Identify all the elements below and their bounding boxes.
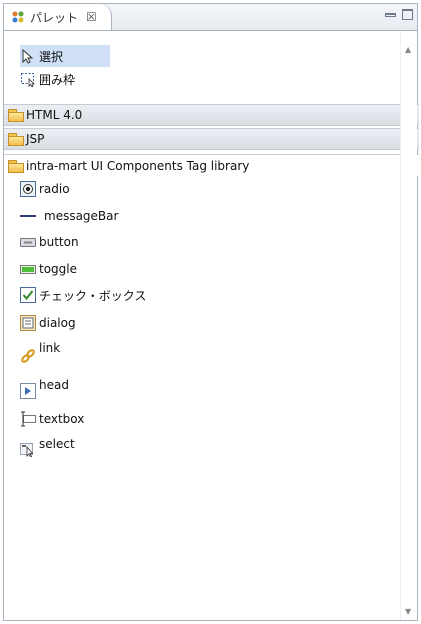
dialog-icon <box>20 315 36 331</box>
view-tab-strip: パレット ☒ <box>4 4 417 31</box>
component-select[interactable]: select <box>20 435 75 457</box>
checkbox-icon <box>20 287 36 303</box>
tool-select[interactable]: 選択 <box>20 45 110 67</box>
drawer-label: HTML 4.0 <box>26 108 83 122</box>
component-label: link <box>39 341 61 355</box>
component-dialog[interactable]: dialog <box>20 312 76 334</box>
component-label: radio <box>39 182 70 196</box>
component-label: チェック・ボックス <box>39 288 147 303</box>
palette-view: パレット ☒ 選択 囲み枠 HTML 4.0 JSP intra-mart UI… <box>3 3 419 621</box>
component-label: select <box>39 437 75 451</box>
button-icon <box>20 238 36 247</box>
drawer-jsp[interactable]: JSP <box>4 128 419 150</box>
drawer-label: intra-mart UI Components Tag library <box>26 158 250 173</box>
component-head[interactable]: head <box>20 376 69 399</box>
component-toggle[interactable]: toggle <box>20 258 77 280</box>
drawer-intra-mart[interactable]: intra-mart UI Components Tag library ⇔ <box>4 154 419 176</box>
drawer-label: JSP <box>26 132 45 146</box>
component-textbox[interactable]: textbox <box>20 408 84 430</box>
tool-label: 選択 <box>39 49 64 64</box>
window-controls <box>385 9 413 20</box>
maximize-icon[interactable] <box>402 9 413 20</box>
component-label: messageBar <box>44 209 119 223</box>
marquee-icon <box>21 73 35 87</box>
tab-palette[interactable]: パレット ☒ <box>4 4 112 30</box>
component-radio[interactable]: radio <box>20 178 70 200</box>
toggle-icon <box>20 265 36 274</box>
component-label: head <box>39 378 69 392</box>
folder-icon <box>8 109 24 122</box>
tool-label: 囲み枠 <box>39 72 76 87</box>
component-label: textbox <box>39 412 85 426</box>
cursor-arrow-icon <box>22 48 34 64</box>
component-label: dialog <box>39 316 76 330</box>
message-bar-icon <box>20 215 36 217</box>
minimize-icon[interactable] <box>385 13 396 17</box>
folder-open-icon <box>8 159 24 173</box>
folder-icon <box>8 133 24 146</box>
component-checkbox[interactable]: チェック・ボックス <box>20 284 146 306</box>
drawer-html40[interactable]: HTML 4.0 <box>4 104 419 126</box>
scroll-up-icon[interactable]: ▲ <box>405 45 411 54</box>
component-label: button <box>39 235 79 249</box>
tool-marquee[interactable]: 囲み枠 <box>20 68 120 90</box>
head-icon <box>20 383 36 399</box>
textbox-icon <box>21 411 36 427</box>
component-label: toggle <box>39 262 77 276</box>
link-icon <box>21 349 35 363</box>
tab-title: パレット <box>30 10 79 25</box>
select-icon <box>20 443 34 457</box>
close-icon[interactable]: ☒ <box>86 10 97 24</box>
palette-icon <box>12 11 24 23</box>
component-messagebar[interactable]: messageBar <box>20 205 118 227</box>
component-button[interactable]: button <box>20 231 79 253</box>
palette-content: 選択 囲み枠 HTML 4.0 JSP intra-mart UI Compon… <box>4 31 419 620</box>
vertical-scrollbar[interactable]: ▲ ▼ <box>400 31 417 620</box>
component-link[interactable]: link <box>20 340 61 363</box>
radio-icon <box>20 181 36 197</box>
scroll-down-icon[interactable]: ▼ <box>405 607 411 616</box>
